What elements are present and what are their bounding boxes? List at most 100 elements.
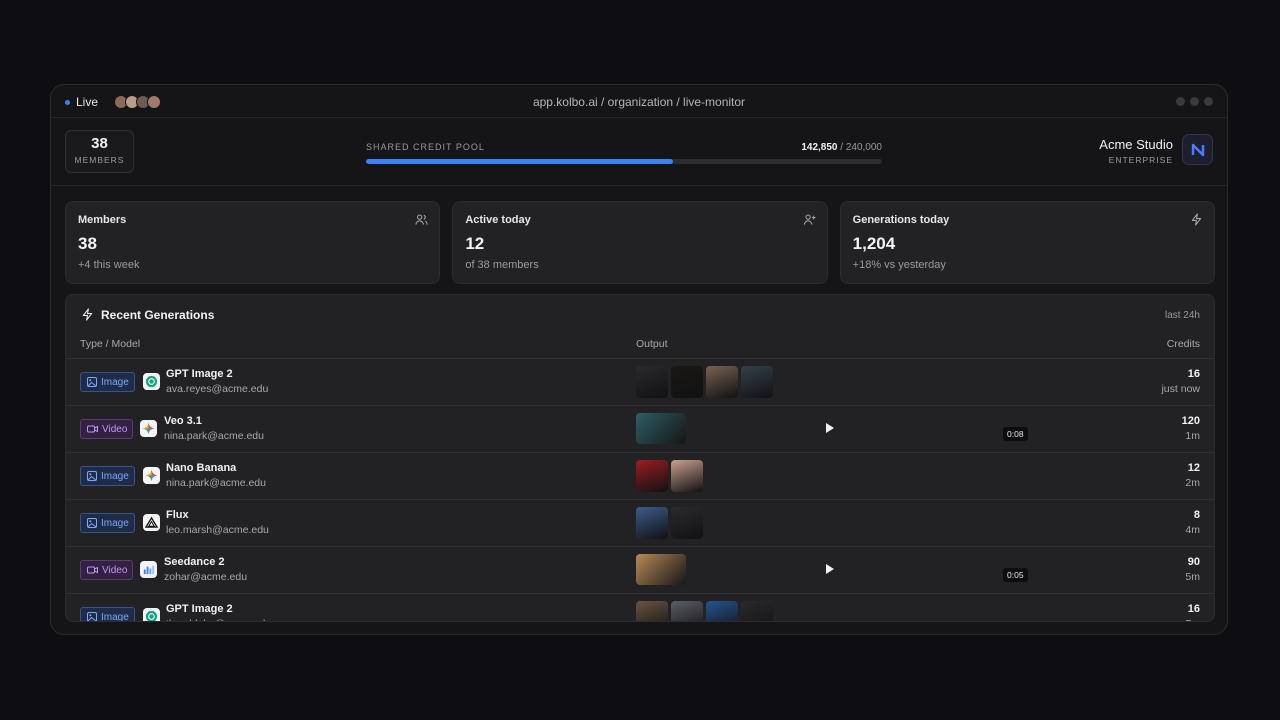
- credit-pool-value: 142,850 / 240,000: [611, 142, 882, 153]
- type-badge: Image: [80, 513, 135, 533]
- user-email: nina.park@acme.edu: [164, 430, 264, 442]
- stat-card-generations-today[interactable]: Generations today 1,204 +18% vs yesterda…: [839, 201, 1215, 284]
- time-range-label[interactable]: last 24h: [1165, 310, 1200, 321]
- timestamp: 1m: [1185, 430, 1200, 442]
- type-label: Video: [102, 423, 128, 435]
- output-thumbnails: [636, 601, 773, 621]
- org-name: Acme Studio: [1099, 137, 1173, 152]
- play-icon[interactable]: [826, 564, 834, 574]
- image-icon: [87, 612, 97, 621]
- model-name: GPT Image 2: [166, 603, 233, 615]
- users-icon: [415, 214, 428, 225]
- output-thumbnail[interactable]: [636, 601, 668, 621]
- model-name: Veo 3.1: [164, 415, 202, 427]
- credits-value: 16: [1187, 368, 1200, 380]
- members-summary-box[interactable]: 38 MEMBERS: [65, 130, 134, 173]
- members-label: MEMBERS: [74, 155, 125, 165]
- type-badge: Image: [80, 372, 135, 392]
- credits-value: 120: [1181, 415, 1200, 427]
- user-email: leo.marsh@acme.edu: [166, 524, 269, 536]
- timestamp: just now: [1161, 383, 1200, 395]
- credits-value: 90: [1187, 556, 1200, 568]
- generations-table-body: Image GPT Image 2 ava.reyes@acme.edu 16 just…: [66, 359, 1214, 621]
- output-thumbnail[interactable]: [671, 366, 703, 398]
- stat-value: 1,204: [852, 234, 896, 253]
- type-label: Image: [101, 470, 129, 482]
- org-tier: ENTERPRISE: [1108, 155, 1173, 165]
- table-row[interactable]: Image Nano Banana nina.park@acme.edu 12 2m: [66, 453, 1214, 500]
- credit-pool-label: SHARED CREDIT POOL: [366, 142, 485, 152]
- stat-sub: +18% vs yesterday: [852, 259, 946, 271]
- video-duration: 0:08: [1003, 427, 1028, 441]
- minimize-button[interactable]: [1176, 97, 1185, 106]
- video-thumbnail[interactable]: [636, 554, 686, 585]
- table-row[interactable]: Image GPT Image 2 theo.blake@acme.edu 16 7m: [66, 594, 1214, 621]
- gemini-logo-icon: [140, 420, 157, 437]
- table-header: Type / Model Output Credits: [66, 335, 1214, 359]
- output-thumbnail[interactable]: [636, 366, 668, 398]
- column-header-output: Output: [636, 338, 668, 350]
- image-icon: [87, 377, 97, 387]
- video-icon: [87, 424, 98, 434]
- stat-title: Active today: [465, 214, 531, 226]
- model-name: Flux: [166, 509, 189, 521]
- output-thumbnail[interactable]: [671, 460, 703, 492]
- image-icon: [87, 471, 97, 481]
- org-logo-icon[interactable]: [1182, 134, 1213, 165]
- table-row[interactable]: Image GPT Image 2 ava.reyes@acme.edu 16 just…: [66, 359, 1214, 406]
- output-thumbnail[interactable]: [671, 601, 703, 621]
- user-email: nina.park@acme.edu: [166, 477, 266, 489]
- table-row[interactable]: Video Seedance 2 zohar@acme.edu 0:05 90 5m: [66, 547, 1214, 594]
- recent-generations-header: Recent Generations last 24h: [66, 295, 1214, 335]
- stat-cards: Members 38 +4 this week Active today 12 …: [65, 201, 1215, 284]
- url-breadcrumb: app.kolbo.ai / organization / live-monit…: [532, 95, 746, 109]
- table-row[interactable]: Video Veo 3.1 nina.park@acme.edu 0:08 120 1m: [66, 406, 1214, 453]
- output-thumbnail[interactable]: [636, 460, 668, 492]
- output-thumbnail[interactable]: [741, 601, 773, 621]
- play-icon[interactable]: [826, 423, 834, 433]
- output-thumbnail[interactable]: [741, 366, 773, 398]
- credits-value: 16: [1187, 603, 1200, 615]
- video-thumbnail[interactable]: [636, 413, 686, 444]
- members-count: 38: [91, 135, 108, 152]
- output-thumbnail[interactable]: [671, 507, 703, 539]
- model-name: GPT Image 2: [166, 368, 233, 380]
- output-thumbnail[interactable]: [706, 366, 738, 398]
- credits-value: 8: [1193, 509, 1200, 521]
- live-monitor-window: Live app.kolbo.ai / organization / live-…: [50, 84, 1228, 635]
- stat-card-active-today[interactable]: Active today 12 of 38 members: [452, 201, 828, 284]
- type-badge: Image: [80, 466, 135, 486]
- output-thumbnail[interactable]: [706, 601, 738, 621]
- type-badge: Image: [80, 607, 135, 621]
- org-header: 38 MEMBERS SHARED CREDIT POOL 142,850 / …: [51, 118, 1227, 186]
- credit-pool-separator: /: [837, 142, 846, 153]
- output-thumbnails: [636, 366, 773, 398]
- close-button[interactable]: [1204, 97, 1213, 106]
- stat-sub: +4 this week: [78, 259, 140, 271]
- timestamp: 2m: [1185, 477, 1200, 489]
- openai-logo-icon: [143, 608, 160, 621]
- flux-logo-icon: [143, 514, 160, 531]
- user-email: ava.reyes@acme.edu: [166, 383, 269, 395]
- user-plus-icon: [803, 214, 816, 225]
- bolt-icon: [1191, 213, 1202, 226]
- stat-card-members[interactable]: Members 38 +4 this week: [65, 201, 441, 284]
- model-name: Seedance 2: [164, 556, 225, 568]
- stat-value: 12: [465, 234, 485, 253]
- table-row[interactable]: Image Flux leo.marsh@acme.edu 8 4m: [66, 500, 1214, 547]
- output-thumbnail[interactable]: [636, 507, 668, 539]
- timestamp: 7m: [1185, 618, 1200, 621]
- recent-generations-panel: Recent Generations last 24h Type / Model…: [65, 294, 1215, 622]
- gemini-logo-icon: [143, 467, 160, 484]
- credit-pool-used: 142,850: [801, 142, 838, 153]
- stat-title: Members: [78, 214, 127, 226]
- stat-sub: of 38 members: [465, 259, 539, 271]
- maximize-button[interactable]: [1190, 97, 1199, 106]
- bolt-icon: [82, 308, 93, 321]
- user-email: theo.blake@acme.edu: [166, 618, 271, 621]
- type-label: Video: [102, 564, 128, 576]
- column-header-type: Type / Model: [80, 338, 141, 350]
- openai-logo-icon: [143, 373, 160, 390]
- recent-generations-title: Recent Generations: [101, 308, 215, 322]
- stat-title: Generations today: [852, 214, 950, 226]
